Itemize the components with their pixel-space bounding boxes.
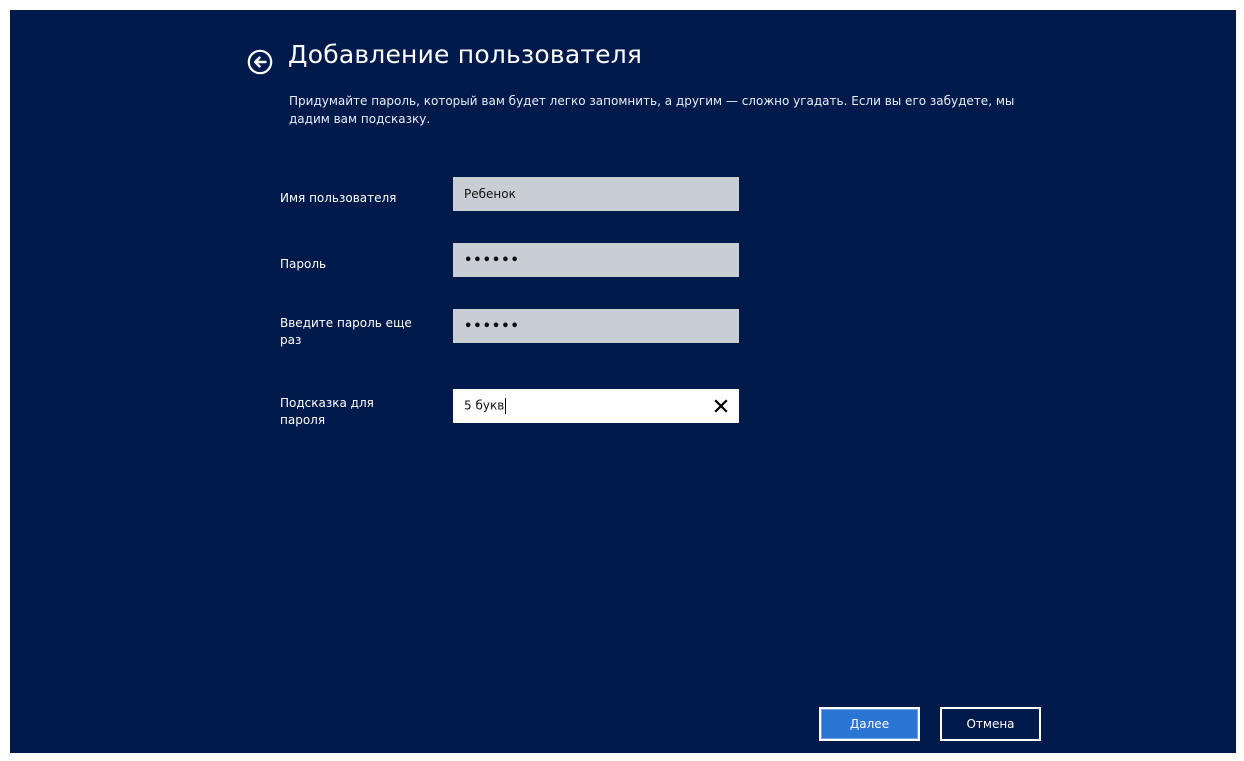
next-button[interactable]: Далее <box>819 707 920 741</box>
close-icon <box>714 399 728 413</box>
back-arrow-circle-icon <box>247 49 273 75</box>
password-value: •••••• <box>464 252 520 268</box>
username-field[interactable]: Ребенок <box>453 177 739 211</box>
hint-label: Подсказка для пароля <box>280 396 374 427</box>
back-button[interactable] <box>247 49 273 75</box>
clear-hint-button[interactable] <box>712 397 730 415</box>
password-label: Пароль <box>280 257 327 271</box>
password-field[interactable]: •••••• <box>453 243 739 277</box>
next-button-label: Далее <box>821 709 918 739</box>
page-title: Добавление пользователя <box>288 40 643 69</box>
password-confirm-value: •••••• <box>464 318 520 334</box>
hint-value: 5 букв <box>464 398 505 413</box>
hint-field[interactable]: 5 букв <box>453 389 739 423</box>
cancel-button[interactable]: Отмена <box>940 707 1041 741</box>
username-label: Имя пользователя <box>280 191 397 205</box>
page-description: Придумайте пароль, который вам будет лег… <box>289 94 1015 126</box>
username-value: Ребенок <box>464 187 516 201</box>
cancel-button-label: Отмена <box>966 717 1015 731</box>
password-confirm-field[interactable]: •••••• <box>453 309 739 343</box>
password-confirm-label: Введите пароль еще раз <box>280 316 412 347</box>
hint-value-wrap: 5 букв <box>464 398 712 414</box>
add-user-screen: Добавление пользователя Придумайте парол… <box>10 10 1236 753</box>
text-caret <box>505 398 507 414</box>
